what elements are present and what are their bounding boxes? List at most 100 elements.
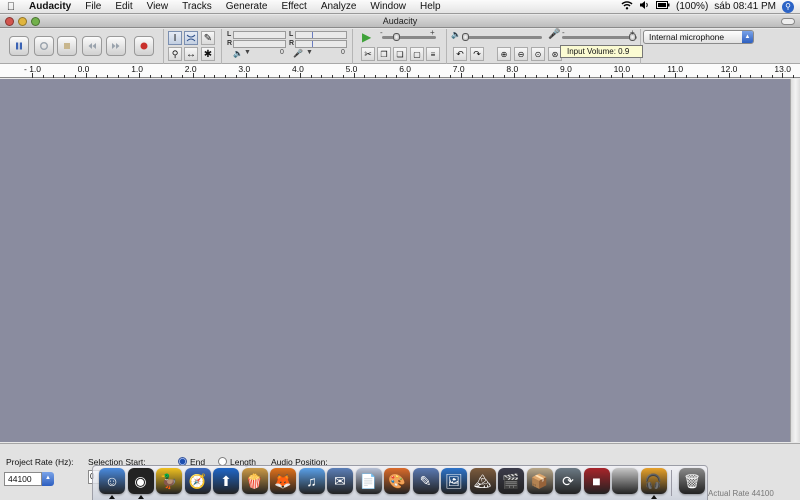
- skip-end-button[interactable]: [106, 36, 126, 56]
- playback-volume-slider[interactable]: [462, 36, 542, 39]
- playback-volume-knob[interactable]: [462, 33, 469, 41]
- apple-menu-icon[interactable]: : [0, 1, 22, 13]
- copy-button[interactable]: ❐: [377, 47, 391, 61]
- silence-button[interactable]: ≡: [426, 47, 440, 61]
- input-meter-zero: 0: [341, 49, 345, 56]
- menu-window[interactable]: Window: [363, 0, 413, 14]
- track-area[interactable]: [0, 79, 790, 442]
- fit-selection-button[interactable]: ⊙: [531, 47, 545, 61]
- ibeam-icon: I: [173, 32, 177, 44]
- stop-button[interactable]: [57, 36, 77, 56]
- system-update-icon[interactable]: ⬆: [213, 468, 239, 494]
- itunes-icon[interactable]: ♫: [298, 468, 325, 494]
- menu-effect[interactable]: Effect: [274, 0, 313, 14]
- system-prefs-icon[interactable]: [612, 468, 638, 494]
- ruler-minor-tick: [332, 75, 334, 78]
- running-indicator: [137, 495, 144, 499]
- dashboard-icon[interactable]: ◉: [127, 468, 154, 494]
- preview-icon[interactable]: 📄: [355, 468, 382, 494]
- ruler-minor-tick: [664, 75, 666, 78]
- input-volume-slider[interactable]: [562, 36, 637, 39]
- menu-clock[interactable]: sáb 08:41 PM: [714, 1, 776, 12]
- trim-button[interactable]: ▢: [410, 47, 424, 61]
- input-meter-menu-icon[interactable]: ▼: [306, 49, 313, 56]
- ruler-minor-tick: [492, 75, 494, 78]
- ruler-minor-tick: [342, 75, 344, 78]
- toolbar-toggle-icon[interactable]: [781, 18, 795, 25]
- sync-icon[interactable]: ⟳: [555, 468, 581, 494]
- spotlight-icon[interactable]: ⚲: [782, 0, 794, 13]
- menu-app-audacity[interactable]: Audacity: [22, 0, 78, 14]
- toolbox-icon[interactable]: 📦: [526, 468, 553, 494]
- photo-booth-icon[interactable]: ■: [583, 468, 610, 494]
- timeline-ruler[interactable]: - 1.0 0.0 1.0 2.0 3.0 4.0 5.0 6.0 7.0 8.0 9.0 10.0 1…: [0, 64, 800, 78]
- ruler-minor-tick: [750, 75, 752, 78]
- safari-icon[interactable]: 🧭: [184, 468, 211, 494]
- record-button[interactable]: [134, 36, 154, 56]
- battery-icon[interactable]: [656, 1, 670, 12]
- playback-speed-slider[interactable]: [382, 36, 436, 39]
- microphone-icon[interactable]: 🎤: [293, 49, 303, 58]
- timeshift-tool-button[interactable]: ↔: [184, 47, 198, 61]
- envelope-tool-button[interactable]: [184, 31, 198, 45]
- ruler-minor-tick: [96, 75, 98, 78]
- ruler-minor-tick: [503, 75, 505, 78]
- redo-button[interactable]: ↷: [470, 47, 484, 61]
- play-icon[interactable]: ▶: [362, 30, 371, 44]
- finder-icon[interactable]: ☺: [99, 468, 125, 494]
- audacity-dock-icon[interactable]: 🎧: [640, 468, 667, 494]
- zoom-tool-button[interactable]: ⚲: [168, 47, 182, 61]
- project-rate-field[interactable]: 44100: [4, 472, 42, 486]
- project-rate-dropdown-icon[interactable]: ▲: [42, 472, 54, 486]
- record-icon: [140, 42, 148, 50]
- imovie-icon[interactable]: 🎬: [498, 468, 524, 494]
- output-meter-menu-icon[interactable]: ▼: [244, 49, 251, 56]
- wifi-icon[interactable]: [621, 0, 633, 13]
- multi-tool-button[interactable]: ✱: [201, 47, 215, 61]
- volume-icon[interactable]: [639, 0, 650, 13]
- menu-tracks[interactable]: Tracks: [175, 0, 219, 14]
- zoom-out-button[interactable]: ⊖: [514, 47, 528, 61]
- menu-analyze[interactable]: Analyze: [314, 0, 364, 14]
- menu-edit[interactable]: Edit: [108, 0, 139, 14]
- paint-icon[interactable]: 🎨: [384, 468, 410, 494]
- cut-button[interactable]: ✂: [361, 47, 375, 61]
- menu-help[interactable]: Help: [413, 0, 448, 14]
- ruler-minor-tick: [428, 75, 430, 78]
- selection-tool-button[interactable]: I: [168, 31, 182, 45]
- undo-button[interactable]: ↶: [453, 47, 467, 61]
- paste-button[interactable]: ❏: [393, 47, 407, 61]
- script-editor-icon[interactable]: ✎: [412, 468, 439, 494]
- ruler-minor-tick: [471, 75, 473, 78]
- menu-view[interactable]: View: [140, 0, 176, 14]
- adium-icon[interactable]: 🦆: [156, 468, 182, 494]
- mail-icon[interactable]: ✉: [327, 468, 353, 494]
- loop-button[interactable]: [34, 36, 54, 56]
- ruler-minor-tick: [235, 75, 237, 78]
- pause-button[interactable]: [9, 36, 29, 56]
- vertical-scrollbar[interactable]: [790, 79, 800, 442]
- draw-tool-button[interactable]: ✎: [201, 31, 215, 45]
- playback-speed-knob[interactable]: [393, 33, 400, 41]
- photo-icon[interactable]: 🏔: [469, 468, 496, 494]
- copy-icon: ❐: [380, 49, 388, 59]
- popcorn-icon[interactable]: 🍿: [241, 468, 268, 494]
- firefox-icon[interactable]: 🦊: [270, 468, 296, 494]
- menu-generate[interactable]: Generate: [219, 0, 275, 14]
- ruler-label: 9.0: [560, 64, 572, 74]
- ruler-minor-tick: [417, 75, 419, 78]
- window-titlebar: Audacity: [0, 15, 800, 28]
- skip-start-button[interactable]: [82, 36, 102, 56]
- redo-icon: ↷: [473, 48, 481, 59]
- input-volume-tooltip: Input Volume: 0.9: [560, 45, 643, 58]
- speaker-icon[interactable]: 🔈: [233, 49, 243, 58]
- trash-icon[interactable]: 🗑: [679, 468, 705, 494]
- skip-end-icon: [112, 43, 120, 49]
- zoom-in-button[interactable]: ⊕: [497, 47, 511, 61]
- battery-percent: (100%): [676, 1, 709, 12]
- ruler-minor-tick: [117, 75, 119, 78]
- input-device-select[interactable]: Internal microphone ▲: [643, 30, 754, 44]
- ruler-minor-tick: [643, 75, 645, 78]
- menu-file[interactable]: File: [78, 0, 108, 14]
- image-icon[interactable]: 🖼: [441, 468, 467, 494]
